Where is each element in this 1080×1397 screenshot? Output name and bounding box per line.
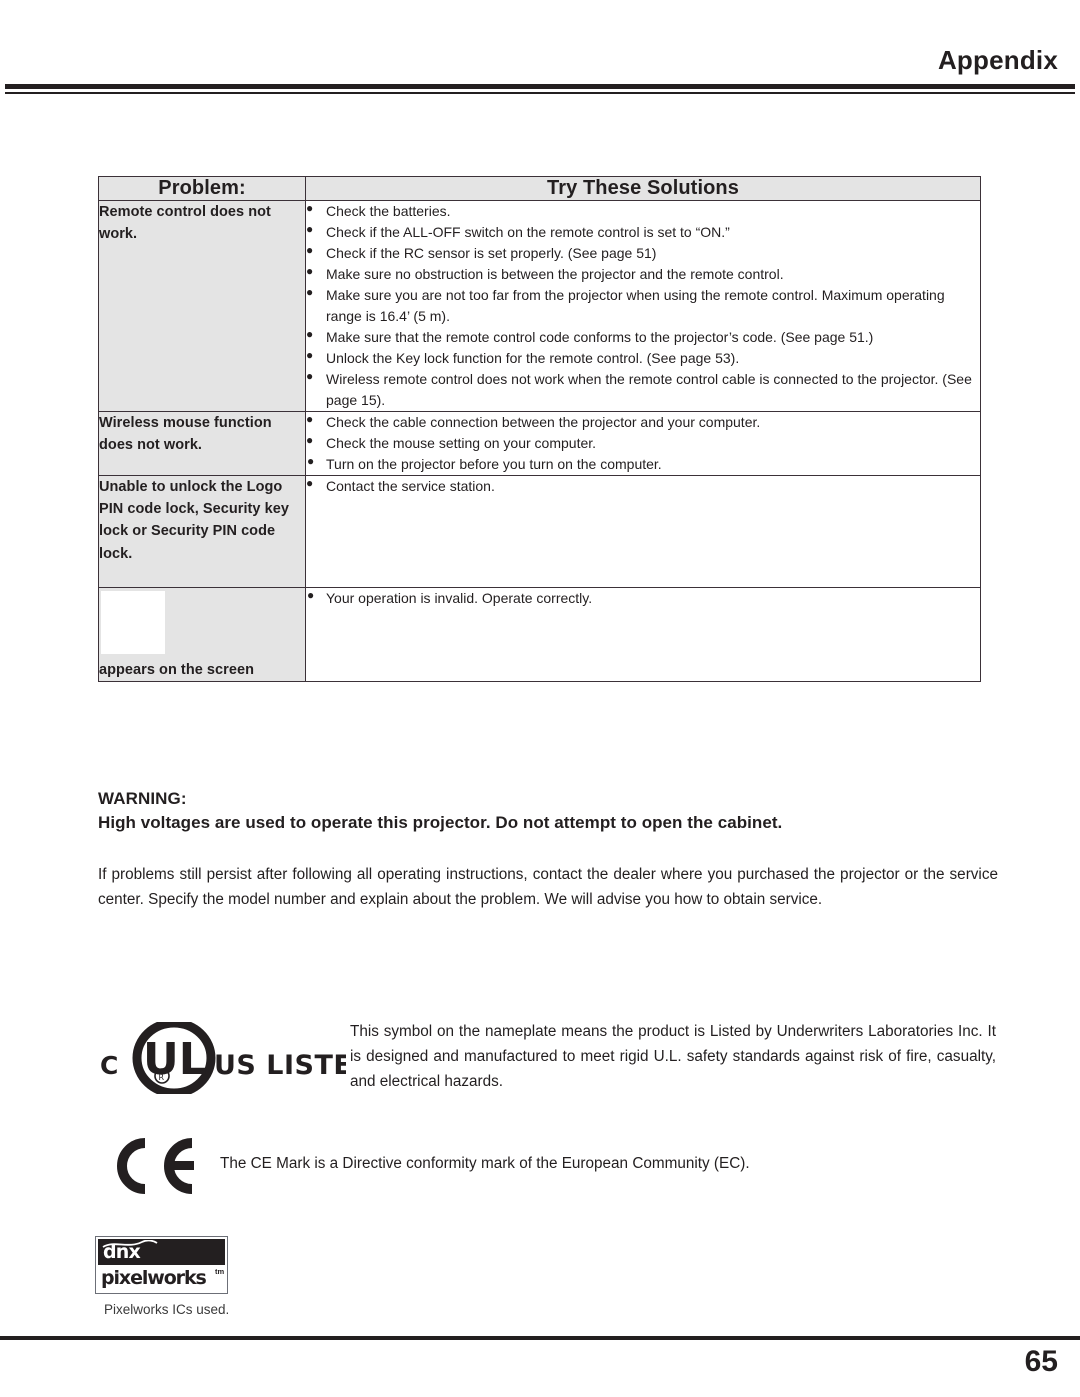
warning-block: WARNING: High voltages are used to opera… xyxy=(98,789,996,833)
problem-cell: Unable to unlock the Logo PIN code lock,… xyxy=(98,475,306,589)
svg-text:C: C xyxy=(100,1051,118,1080)
ul-description: This symbol on the nameplate means the p… xyxy=(350,1023,996,1090)
pixelworks-caption: Pixelworks ICs used. xyxy=(104,1302,230,1317)
solution-text: Check the cable connection between the p… xyxy=(326,413,761,430)
problem-label: appears on the screen xyxy=(99,662,254,679)
problem-cell: appears on the screen xyxy=(98,587,306,683)
list-item: Your operation is invalid. Operate corre… xyxy=(306,587,980,609)
table-row: appears on the screen Your operation is … xyxy=(98,587,981,683)
table-row: Unable to unlock the Logo PIN code lock,… xyxy=(98,475,981,589)
dnx-logo-band: dnx xyxy=(98,1239,225,1265)
solution-text: Turn on the projector before you turn on… xyxy=(326,455,662,472)
on-screen-symbol-icon xyxy=(101,591,165,655)
footer-rule xyxy=(0,1336,1080,1340)
list-item: Make sure you are not too far from the p… xyxy=(306,284,980,326)
table-header-row: Problem: Try These Solutions xyxy=(98,176,981,201)
solution-text: Check if the ALL-OFF switch on the remot… xyxy=(326,224,730,241)
solution-text: Wireless remote control does not work wh… xyxy=(326,371,972,408)
list-item: Check the batteries. xyxy=(306,200,980,222)
solution-text: Your operation is invalid. Operate corre… xyxy=(326,590,593,607)
svg-text:UL: UL xyxy=(143,1034,207,1085)
solutions-cell: Contact the service station. xyxy=(305,475,981,589)
list-item: Turn on the projector before you turn on… xyxy=(306,453,980,475)
svg-text:R: R xyxy=(159,1073,165,1082)
page-header: Appendix xyxy=(0,0,1080,96)
solution-text: Make sure no obstruction is between the … xyxy=(326,266,784,283)
solutions-cell: Check the cable connection between the p… xyxy=(305,410,981,477)
ul-listed-icon: C UL R US LISTED xyxy=(100,1022,346,1094)
solution-text: Make sure you are not too far from the p… xyxy=(326,287,945,324)
ce-mark-icon xyxy=(117,1138,194,1194)
pixelworks-logo: dnx pixelworks tm xyxy=(95,1236,228,1294)
solutions-list: Check the cable connection between the p… xyxy=(306,411,980,475)
header-rule-thick xyxy=(5,84,1075,89)
solutions-cell: Check the batteries. Check if the ALL-OF… xyxy=(305,200,981,412)
solution-text: Check if the RC sensor is set properly. … xyxy=(326,245,657,262)
list-item: Check if the RC sensor is set properly. … xyxy=(306,242,980,264)
column-header-solutions: Try These Solutions xyxy=(305,176,981,201)
list-item: Check the mouse setting on your computer… xyxy=(306,432,980,454)
table-row: Wireless mouse function does not work. C… xyxy=(98,410,981,477)
table-row: Remote control does not work. Check the … xyxy=(98,200,981,412)
warning-title: WARNING: xyxy=(98,789,187,808)
solution-text: Check the mouse setting on your computer… xyxy=(326,434,597,451)
pixelworks-wordmark-band: pixelworks tm xyxy=(98,1265,225,1291)
pixelworks-block: dnx pixelworks tm Pixelworks ICs used. xyxy=(95,1236,395,1317)
solution-text: Contact the service station. xyxy=(326,478,495,495)
persistence-paragraph: If problems still persist after followin… xyxy=(98,866,998,908)
dnx-wordmark: dnx xyxy=(103,1241,141,1263)
page-number: 65 xyxy=(1024,1345,1058,1378)
solution-text: Make sure that the remote control code c… xyxy=(326,328,874,345)
warning-body: High voltages are used to operate this p… xyxy=(98,813,783,832)
column-header-problem: Problem: xyxy=(98,176,306,201)
solutions-cell: Your operation is invalid. Operate corre… xyxy=(305,587,981,683)
troubleshooting-table: Problem: Try These Solutions Remote cont… xyxy=(98,176,981,683)
solutions-list: Your operation is invalid. Operate corre… xyxy=(306,587,980,609)
list-item: Contact the service station. xyxy=(306,475,980,497)
solution-text: Check the batteries. xyxy=(326,203,451,219)
list-item: Check the cable connection between the p… xyxy=(306,411,980,433)
list-item: Make sure that the remote control code c… xyxy=(306,326,980,348)
solutions-list: Check the batteries. Check if the ALL-OF… xyxy=(306,200,980,410)
problem-cell: Remote control does not work. xyxy=(98,200,306,412)
list-item: Unlock the Key lock function for the rem… xyxy=(306,347,980,369)
list-item: Check if the ALL-OFF switch on the remot… xyxy=(306,221,980,243)
ce-description: The CE Mark is a Directive conformity ma… xyxy=(220,1155,750,1172)
problem-cell: Wireless mouse function does not work. xyxy=(98,410,306,477)
page-title: Appendix xyxy=(937,45,1058,75)
header-rule-thin xyxy=(5,92,1075,94)
svg-text:US LISTED: US LISTED xyxy=(214,1050,346,1081)
pixelworks-wordmark: pixelworks xyxy=(101,1267,207,1289)
solutions-list: Contact the service station. xyxy=(306,475,980,497)
list-item: Wireless remote control does not work wh… xyxy=(306,368,980,410)
trademark-symbol: tm xyxy=(215,1267,225,1276)
solution-text: Unlock the Key lock function for the rem… xyxy=(326,350,740,367)
list-item: Make sure no obstruction is between the … xyxy=(306,263,980,285)
